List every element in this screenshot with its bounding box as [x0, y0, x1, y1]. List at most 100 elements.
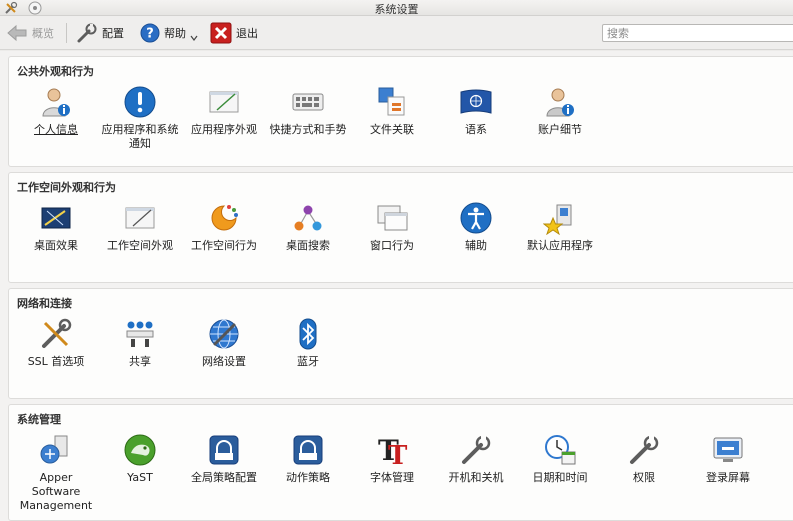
- item-permissions[interactable]: 权限: [602, 433, 686, 485]
- workspace-behavior-icon: [211, 205, 238, 231]
- yast-chameleon-icon: [124, 434, 156, 466]
- item-label: 个人信息: [34, 123, 78, 136]
- item-network-settings[interactable]: 网络设置: [182, 317, 266, 369]
- sharing-icon: [126, 321, 154, 347]
- item-file-associations[interactable]: 文件关联: [350, 85, 434, 137]
- item-label: 网络设置: [202, 355, 246, 368]
- item-sharing[interactable]: 共享: [98, 317, 182, 369]
- help-icon: ?: [140, 23, 160, 43]
- group-system-admin: 系统管理 Apper Software Management YaST 全局策略…: [8, 404, 793, 521]
- login-screen-icon: [713, 437, 743, 462]
- item-label: 日期和时间: [532, 471, 588, 484]
- item-global-policy[interactable]: 全局策略配置: [182, 433, 266, 485]
- account-details-icon: [546, 88, 574, 117]
- desktop-effects-icon: [41, 207, 71, 229]
- item-account-details[interactable]: 账户细节: [518, 85, 602, 137]
- item-label: 应用程序和系统通知: [101, 123, 179, 150]
- item-label: 开机和关机: [448, 471, 504, 484]
- user-info-icon: [42, 88, 70, 117]
- item-label: 应用程序外观: [191, 123, 257, 136]
- quit-icon: [210, 22, 232, 44]
- item-label: 文件关联: [370, 123, 414, 136]
- permissions-icon: [630, 435, 659, 464]
- search-input[interactable]: [602, 24, 793, 42]
- item-action-policy[interactable]: 动作策略: [266, 433, 350, 485]
- item-desktop-effects[interactable]: 桌面效果: [14, 201, 98, 253]
- app-appearance-icon: [209, 91, 239, 113]
- item-label: 窗口行为: [370, 239, 414, 252]
- keyboard-shortcuts-icon: [292, 93, 324, 111]
- back-arrow-icon: [7, 24, 27, 42]
- title-bar: 系统设置: [0, 0, 793, 16]
- overview-button[interactable]: 概览: [6, 21, 54, 45]
- item-label: 权限: [633, 471, 655, 484]
- item-label: 默认应用程序: [527, 239, 593, 252]
- group-title: 工作空间外观和行为: [17, 181, 116, 194]
- toolbar-separator: [66, 23, 67, 43]
- item-label: 工作空间行为: [191, 239, 257, 252]
- bluetooth-icon: [299, 318, 317, 350]
- configure-label: 配置: [102, 27, 124, 40]
- item-label: Apper Software Management: [19, 471, 93, 512]
- item-label: 蓝牙: [297, 355, 319, 368]
- group-title: 系统管理: [17, 413, 61, 426]
- item-label: 桌面搜索: [286, 239, 330, 252]
- locale-flag-icon: [460, 89, 492, 114]
- item-label: YaST: [127, 471, 153, 484]
- item-personal-info[interactable]: 个人信息: [14, 85, 98, 137]
- item-startup-shutdown[interactable]: 开机和关机: [434, 433, 518, 485]
- wrench-icon: [77, 23, 97, 43]
- apper-package-icon: [40, 435, 68, 464]
- item-date-time[interactable]: 日期和时间: [518, 433, 602, 485]
- item-window-behavior[interactable]: 窗口行为: [350, 201, 434, 253]
- configure-button[interactable]: 配置: [76, 21, 124, 45]
- action-policy-icon: [293, 435, 323, 465]
- group-workspace-appearance: 工作空间外观和行为 桌面效果 工作空间外观 工作空间行为 桌面搜索 窗口行为 辅…: [8, 172, 793, 283]
- item-app-appearance[interactable]: 应用程序外观: [182, 85, 266, 137]
- item-label: 工作空间外观: [107, 239, 173, 252]
- item-label: 辅助: [465, 239, 487, 252]
- item-notifications[interactable]: 应用程序和系统通知: [98, 85, 182, 151]
- file-associations-icon: [378, 87, 405, 116]
- accessibility-icon: [460, 202, 492, 234]
- ssl-tools-icon: [42, 318, 72, 348]
- item-locale[interactable]: 语系: [434, 85, 518, 137]
- font-management-icon: T T: [378, 434, 408, 467]
- item-label: 动作策略: [286, 471, 330, 484]
- item-font-management[interactable]: T T 字体管理: [350, 433, 434, 485]
- item-label: 共享: [129, 355, 151, 368]
- item-label: 快捷方式和手势: [269, 123, 347, 136]
- date-time-icon: [545, 435, 576, 465]
- item-ssl-preferences[interactable]: SSL 首选项: [14, 317, 98, 369]
- quit-button[interactable]: 退出: [210, 21, 258, 45]
- notification-icon: [124, 86, 156, 118]
- svg-text:T: T: [388, 441, 408, 467]
- help-label: 帮助: [164, 27, 186, 40]
- item-apper[interactable]: Apper Software Management: [14, 433, 98, 513]
- item-label: 全局策略配置: [191, 471, 257, 484]
- item-default-apps[interactable]: 默认应用程序: [518, 201, 602, 253]
- default-apps-icon: [543, 204, 572, 235]
- item-bluetooth[interactable]: 蓝牙: [266, 317, 350, 369]
- item-label: 登录屏幕: [706, 471, 750, 484]
- svg-text:?: ?: [146, 27, 154, 42]
- item-label: 账户细节: [538, 123, 582, 136]
- settings-content: 公共外观和行为 个人信息 应用程序和系统通知 应用程序外观 快捷方式和手势 文件…: [0, 51, 793, 521]
- network-globe-icon: [209, 319, 239, 349]
- quit-label: 退出: [236, 27, 258, 40]
- item-workspace-appearance[interactable]: 工作空间外观: [98, 201, 182, 253]
- item-accessibility[interactable]: 辅助: [434, 201, 518, 253]
- item-desktop-search[interactable]: 桌面搜索: [266, 201, 350, 253]
- window-behavior-icon: [377, 205, 408, 231]
- workspace-appearance-icon: [125, 207, 155, 229]
- item-yast[interactable]: YaST: [98, 433, 182, 485]
- chevron-down-icon[interactable]: [190, 34, 198, 42]
- item-workspace-behavior[interactable]: 工作空间行为: [182, 201, 266, 253]
- item-login-screen[interactable]: 登录屏幕: [686, 433, 770, 485]
- desktop-search-icon: [294, 205, 322, 231]
- overview-label: 概览: [32, 27, 54, 40]
- help-button[interactable]: ? 帮助: [140, 21, 198, 45]
- global-policy-icon: [209, 435, 239, 465]
- window-title: 系统设置: [374, 3, 419, 16]
- item-shortcuts[interactable]: 快捷方式和手势: [266, 85, 350, 137]
